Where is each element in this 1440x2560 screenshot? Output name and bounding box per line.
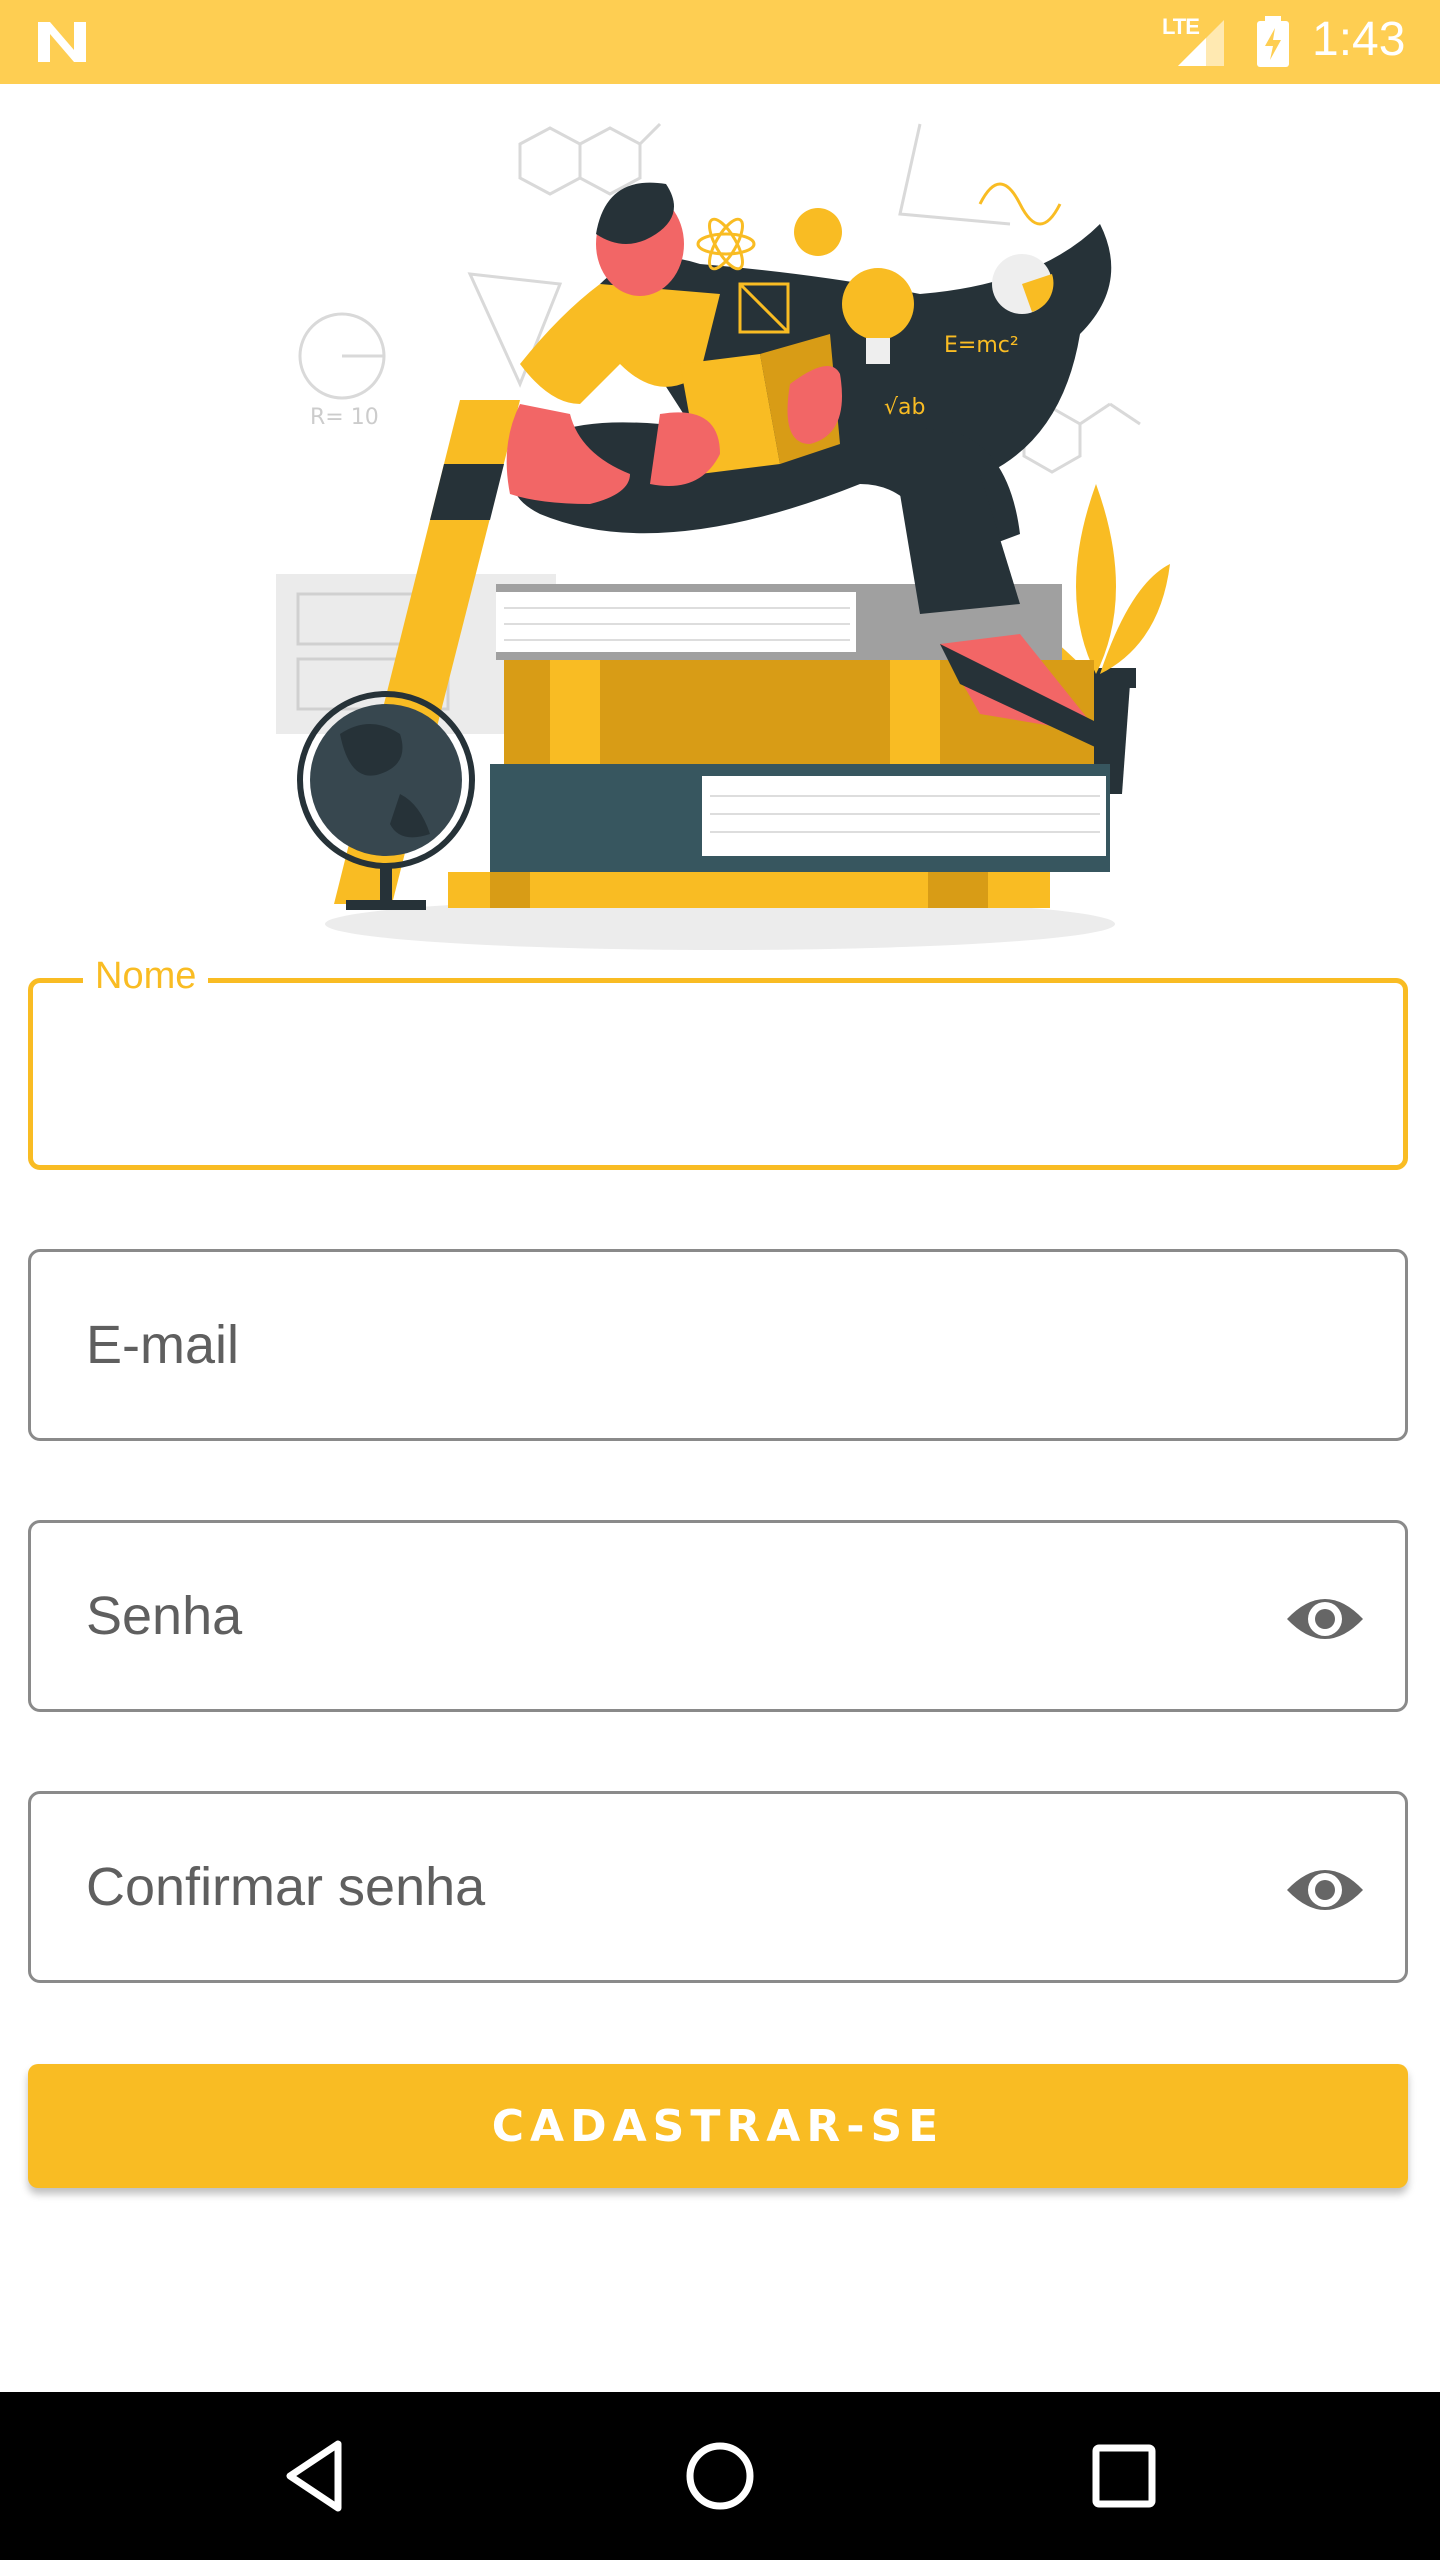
confirm-password-field-placeholder: Confirmar senha — [86, 1857, 486, 1917]
status-bar: LTE 1:43 — [0, 0, 1440, 84]
svg-text:√ab: √ab — [884, 395, 925, 420]
clock: 1:43 — [1312, 13, 1406, 66]
recents-icon[interactable] — [1080, 2432, 1168, 2520]
home-icon[interactable] — [676, 2432, 764, 2520]
name-field-label: Nome — [83, 955, 209, 998]
signal-icon — [1178, 20, 1224, 66]
register-button[interactable]: CADASTRAR-SE — [28, 2064, 1408, 2188]
back-icon[interactable] — [272, 2432, 360, 2520]
notification-n-icon — [38, 22, 86, 62]
navigation-bar — [0, 2392, 1440, 2560]
battery-charging-icon — [1257, 16, 1289, 67]
study-illustration: R= 10 E=mc² √ab — [276, 122, 1170, 950]
password-field[interactable]: Senha — [28, 1520, 1408, 1712]
eye-icon[interactable] — [1285, 1858, 1365, 1922]
email-field[interactable]: E-mail — [28, 1249, 1408, 1441]
svg-text:R= 10: R= 10 — [310, 405, 379, 430]
password-field-placeholder: Senha — [86, 1586, 243, 1646]
email-field-placeholder: E-mail — [86, 1315, 240, 1375]
svg-text:E=mc²: E=mc² — [944, 333, 1019, 358]
name-field[interactable]: Nome — [28, 955, 1408, 1170]
eye-icon[interactable] — [1285, 1587, 1365, 1651]
confirm-password-field[interactable]: Confirmar senha — [28, 1791, 1408, 1983]
